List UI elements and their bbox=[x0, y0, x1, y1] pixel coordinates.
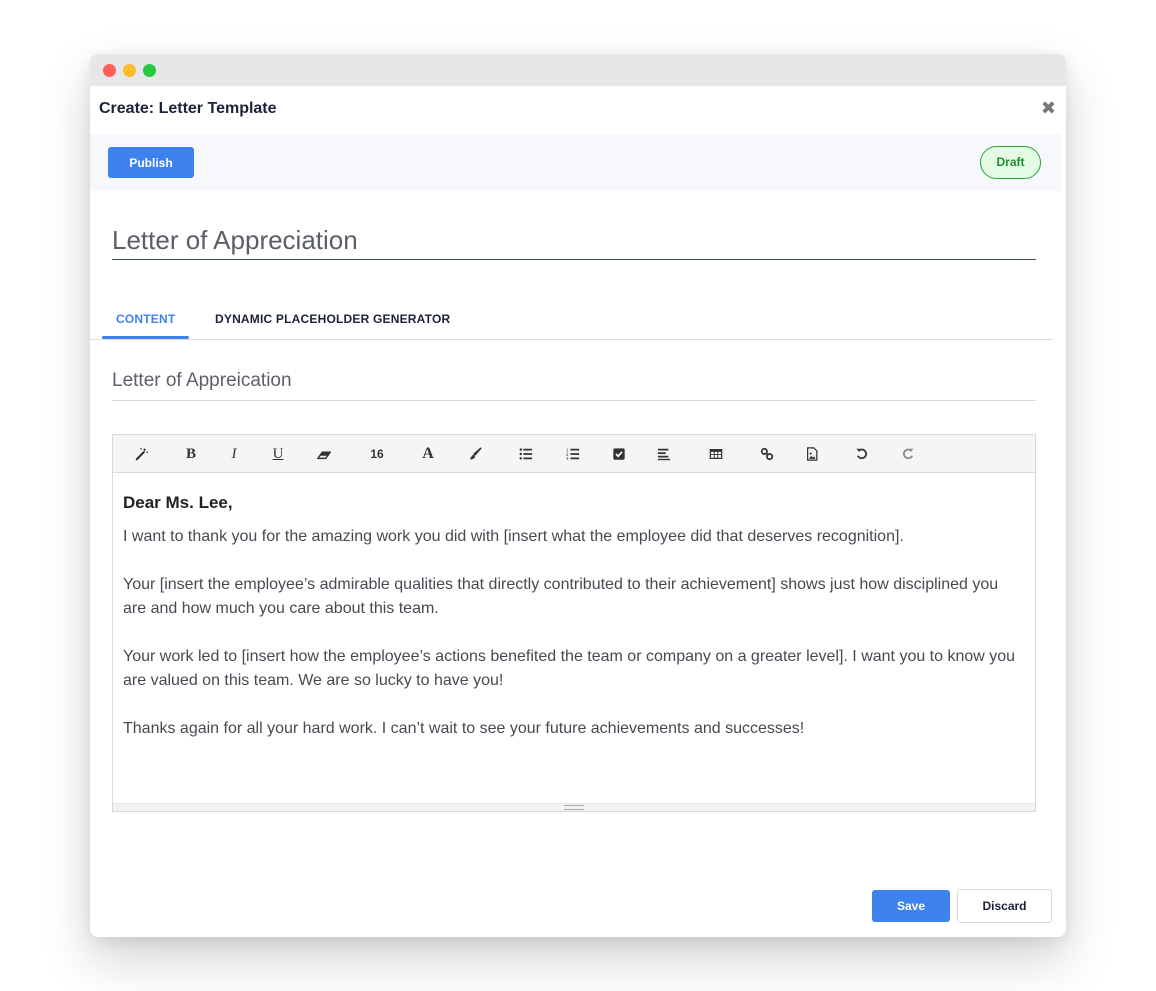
eraser-icon[interactable] bbox=[313, 443, 335, 465]
subject-value: Letter of Appreication bbox=[112, 370, 292, 391]
font-color-icon[interactable]: A bbox=[417, 443, 439, 465]
undo-icon[interactable] bbox=[851, 443, 873, 465]
numbered-list-icon[interactable]: 123 bbox=[562, 443, 584, 465]
template-name-value: Letter of Appreciation bbox=[112, 225, 358, 255]
redo-icon[interactable] bbox=[897, 443, 919, 465]
tab-dynamic-placeholder-generator[interactable]: DYNAMIC PLACEHOLDER GENERATOR bbox=[215, 312, 450, 326]
modal-header: Create: Letter Template ✖ bbox=[90, 86, 1066, 134]
action-bar: Publish Draft bbox=[90, 134, 1061, 191]
modal-title: Create: Letter Template bbox=[99, 100, 277, 117]
modal-window: Create: Letter Template ✖ Publish Draft … bbox=[90, 54, 1066, 937]
letter-paragraph: I want to thank you for the amazing work… bbox=[123, 528, 904, 545]
close-window-dot[interactable] bbox=[103, 64, 116, 77]
editor-content[interactable]: Dear Ms. Lee, I want to thank you for th… bbox=[113, 473, 1035, 741]
save-button[interactable]: Save bbox=[872, 890, 950, 922]
font-size-selector[interactable]: 16 bbox=[366, 443, 388, 465]
letter-paragraph: Thanks again for all your hard work. I c… bbox=[123, 720, 805, 737]
tab-bar: CONTENT DYNAMIC PLACEHOLDER GENERATOR bbox=[90, 300, 1053, 340]
close-icon[interactable]: ✖ bbox=[1041, 98, 1056, 118]
rich-text-editor: B I U 16 A 123 Dear Ms. Lee, I want to t… bbox=[112, 434, 1036, 812]
window-titlebar bbox=[90, 54, 1066, 86]
tab-content[interactable]: CONTENT bbox=[116, 312, 175, 326]
maximize-window-dot[interactable] bbox=[143, 64, 156, 77]
template-name-input[interactable]: Letter of Appreciation bbox=[112, 222, 1036, 260]
letter-paragraph: Your work led to [insert how the employe… bbox=[123, 648, 1016, 689]
image-icon[interactable] bbox=[801, 443, 823, 465]
underline-icon[interactable]: U bbox=[267, 443, 289, 465]
bold-icon[interactable]: B bbox=[180, 443, 202, 465]
publish-button[interactable]: Publish bbox=[108, 147, 194, 178]
magic-wand-icon[interactable] bbox=[131, 443, 153, 465]
checkbox-icon[interactable] bbox=[608, 443, 630, 465]
letter-paragraph: Your [insert the employee’s admirable qu… bbox=[123, 576, 999, 617]
italic-icon[interactable]: I bbox=[223, 443, 245, 465]
discard-button[interactable]: Discard bbox=[957, 889, 1052, 923]
active-tab-indicator bbox=[102, 336, 189, 339]
editor-resize-bar[interactable] bbox=[113, 803, 1035, 811]
status-badge: Draft bbox=[980, 146, 1041, 179]
brush-icon[interactable] bbox=[464, 443, 486, 465]
minimize-window-dot[interactable] bbox=[123, 64, 136, 77]
svg-text:3: 3 bbox=[566, 456, 569, 461]
subject-input[interactable]: Letter of Appreication bbox=[112, 366, 1036, 401]
editor-toolbar: B I U 16 A 123 bbox=[113, 435, 1035, 473]
link-icon[interactable] bbox=[756, 443, 778, 465]
resize-handle-icon[interactable] bbox=[564, 805, 584, 810]
table-icon[interactable] bbox=[705, 443, 727, 465]
align-left-icon[interactable] bbox=[653, 443, 675, 465]
letter-greeting: Dear Ms. Lee, bbox=[123, 493, 233, 512]
bullet-list-icon[interactable] bbox=[515, 443, 537, 465]
